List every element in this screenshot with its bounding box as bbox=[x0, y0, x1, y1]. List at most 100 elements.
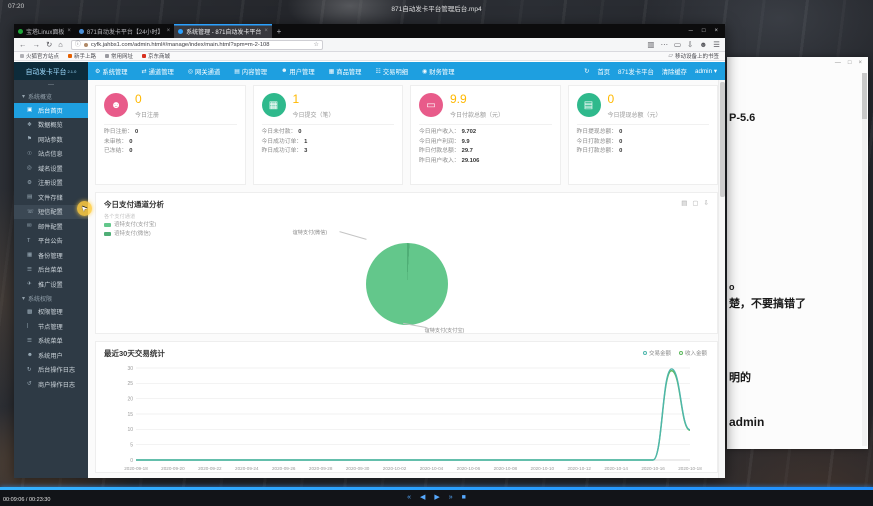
maximize-icon[interactable]: □ bbox=[848, 60, 852, 66]
tab-close-icon[interactable]: × bbox=[264, 28, 268, 34]
close-icon[interactable]: × bbox=[858, 60, 862, 66]
browser-tab[interactable]: 系统管理 - 871自动发卡平台× bbox=[174, 24, 272, 38]
forward-button[interactable]: » bbox=[449, 494, 453, 501]
home-icon[interactable]: ⌂ bbox=[58, 41, 63, 49]
account-icon[interactable]: ☻ bbox=[699, 41, 707, 49]
shield-icon[interactable] bbox=[84, 43, 88, 47]
sidebar-item-site-params[interactable]: ⚑网站参数 bbox=[14, 132, 88, 147]
panel-icon[interactable]: ▥ bbox=[647, 41, 654, 49]
minimize-icon[interactable]: — bbox=[835, 60, 841, 66]
page-scrollbar[interactable] bbox=[718, 80, 725, 478]
play-button[interactable]: ▶ bbox=[434, 493, 439, 501]
nav-right-item[interactable]: 首页 bbox=[597, 67, 610, 76]
sidebar-item-platform-notice[interactable]: T平台公告 bbox=[14, 234, 88, 249]
sidebar-section-header[interactable]: ▾系统权限 bbox=[14, 292, 88, 305]
top-nav-item[interactable]: ◎网关通道 bbox=[181, 62, 227, 80]
sidebar-item-home[interactable]: ▣后台首页 bbox=[14, 103, 88, 118]
stat-row: 今日打款总额：0 bbox=[569, 138, 718, 148]
background-window-scrollbar[interactable] bbox=[862, 73, 867, 446]
stat-value: 0 bbox=[608, 93, 662, 106]
stat-value: 1 bbox=[293, 93, 335, 106]
stat-row-label: 已冻结： bbox=[104, 147, 127, 157]
download-icon[interactable]: ⇩ bbox=[704, 199, 709, 207]
top-nav-item[interactable]: ▦商品管理 bbox=[322, 62, 369, 80]
browser-tab[interactable]: 宝塔Linux面板× bbox=[14, 24, 75, 38]
prev-button[interactable]: « bbox=[407, 494, 411, 501]
sidebar-item-promotion[interactable]: ✈推广设置 bbox=[14, 277, 88, 292]
rewind-button[interactable]: ◀ bbox=[420, 493, 425, 501]
line-legend-item[interactable]: 交易金额 bbox=[643, 349, 671, 357]
top-nav-item[interactable]: ⇄通道管理 bbox=[135, 62, 181, 80]
nav-item-label: 通道管理 bbox=[149, 67, 174, 76]
maximize-icon[interactable]: □ bbox=[702, 28, 706, 34]
nav-right-item[interactable]: 871发卡平台 bbox=[618, 67, 654, 76]
pie-legend-item[interactable]: 谊特支付(微信) bbox=[104, 230, 709, 238]
top-nav-item[interactable]: ☷交易明细 bbox=[368, 62, 415, 80]
admin-menu-icon: ☰ bbox=[27, 267, 34, 273]
bookmarks-folder[interactable]: ▱ 移动设备上的书签 bbox=[668, 52, 719, 60]
top-nav-item[interactable]: ▤内容管理 bbox=[227, 62, 274, 80]
line-legend-item[interactable]: 收入金额 bbox=[679, 349, 707, 357]
sidebar-item-permission[interactable]: ▩权限管理 bbox=[14, 305, 88, 320]
tab-close-icon[interactable]: × bbox=[167, 28, 171, 34]
bookmark-favicon-icon bbox=[105, 54, 109, 58]
background-note-text: o bbox=[729, 282, 735, 292]
browser-tab[interactable]: 871自动发卡平台【24小时】× bbox=[75, 24, 174, 38]
url-bar[interactable]: ⓘ cyfk.jahbs1.com/admin.html#/manage/ind… bbox=[71, 40, 323, 50]
menu-icon[interactable]: ☰ bbox=[713, 41, 720, 49]
sidebar-collapse-toggle[interactable]: — bbox=[14, 80, 88, 90]
stat-row-value: 3 bbox=[304, 147, 307, 157]
site-info-icon[interactable]: ⓘ bbox=[75, 42, 81, 48]
sidebar-item-backup[interactable]: ▦备份管理 bbox=[14, 248, 88, 263]
sidebar-item-admin-log[interactable]: ↻后台操作日志 bbox=[14, 363, 88, 378]
sidebar-item-system-users[interactable]: ☻系统用户 bbox=[14, 348, 88, 363]
data-overview-icon: ❖ bbox=[27, 122, 34, 128]
pie-legend-item[interactable]: 谊特支付(支付宝) bbox=[104, 221, 709, 229]
close-icon[interactable]: × bbox=[714, 28, 718, 34]
background-note-text: admin bbox=[729, 415, 764, 429]
sidebar-item-register-settings[interactable]: ⚙注册设置 bbox=[14, 176, 88, 191]
refresh-icon[interactable]: ↻ bbox=[584, 68, 589, 75]
url-text[interactable]: cyfk.jahbs1.com/admin.html#/manage/index… bbox=[91, 42, 311, 48]
library-icon[interactable]: ▭ bbox=[674, 41, 681, 49]
forward-icon[interactable]: → bbox=[33, 41, 41, 49]
sidebar-item-data-overview[interactable]: ❖数据概览 bbox=[14, 118, 88, 133]
reload-icon[interactable]: ↻ bbox=[46, 41, 52, 49]
more-icon[interactable]: ⋯ bbox=[660, 41, 668, 49]
stat-card-today-orders: ▦1今日提交（笔）今日未付款：0今日成功订单：1昨日成功订单：3 bbox=[253, 85, 404, 185]
sidebar-item-mail-config[interactable]: ✉邮件配置 bbox=[14, 219, 88, 234]
stat-row: 昨日用户收入：29.106 bbox=[411, 157, 560, 167]
tab-close-icon[interactable]: × bbox=[67, 28, 71, 34]
user-menu[interactable]: admin ▾ bbox=[695, 68, 717, 75]
sms-config-icon: ☏ bbox=[27, 209, 34, 215]
top-nav-item[interactable]: ☻用户管理 bbox=[274, 62, 322, 80]
restore-icon[interactable]: ▢ bbox=[692, 199, 698, 207]
back-icon[interactable]: ← bbox=[19, 41, 27, 49]
caret-down-icon: ▾ bbox=[22, 295, 25, 302]
downloads-icon[interactable]: ⇩ bbox=[687, 41, 693, 49]
sidebar-item-node[interactable]: |节点管理 bbox=[14, 319, 88, 334]
minimize-icon[interactable]: ─ bbox=[689, 28, 693, 34]
scrollbar-thumb[interactable] bbox=[862, 73, 867, 119]
nav-right-item[interactable]: 清除缓存 bbox=[662, 67, 687, 76]
scrollbar-thumb[interactable] bbox=[720, 82, 725, 197]
data-view-icon[interactable]: ▤ bbox=[681, 199, 687, 207]
sidebar-item-domain-settings[interactable]: ◎域名设置 bbox=[14, 161, 88, 176]
new-tab-button[interactable]: + bbox=[272, 24, 286, 38]
sidebar-section-header[interactable]: ▾系统概览 bbox=[14, 90, 88, 103]
sidebar-item-merchant-log[interactable]: ↺商户操作日志 bbox=[14, 377, 88, 392]
bookmark-item[interactable]: 火狐官方站点 bbox=[20, 52, 59, 60]
top-nav-item[interactable]: ⚙系统管理 bbox=[88, 62, 135, 80]
stop-button[interactable]: ■ bbox=[462, 494, 466, 501]
sidebar-item-admin-menu[interactable]: ☰后台菜单 bbox=[14, 263, 88, 278]
bookmark-item[interactable]: 京东商城 bbox=[142, 52, 170, 60]
bookmark-item[interactable]: 新手上路 bbox=[68, 52, 96, 60]
sidebar-item-system-menu[interactable]: ☰系统菜单 bbox=[14, 334, 88, 349]
top-nav-item[interactable]: ◉财务管理 bbox=[415, 62, 461, 80]
app-logo[interactable]: 自动发卡平台2.1.0 bbox=[14, 62, 88, 80]
bookmark-item[interactable]: 常用网址 bbox=[105, 52, 133, 60]
sidebar-item-label: 域名设置 bbox=[38, 164, 63, 173]
legend-label: 收入金额 bbox=[685, 349, 707, 357]
sidebar-item-site-info[interactable]: ☉站点信息 bbox=[14, 147, 88, 162]
bookmark-star-icon[interactable]: ☆ bbox=[313, 42, 318, 48]
